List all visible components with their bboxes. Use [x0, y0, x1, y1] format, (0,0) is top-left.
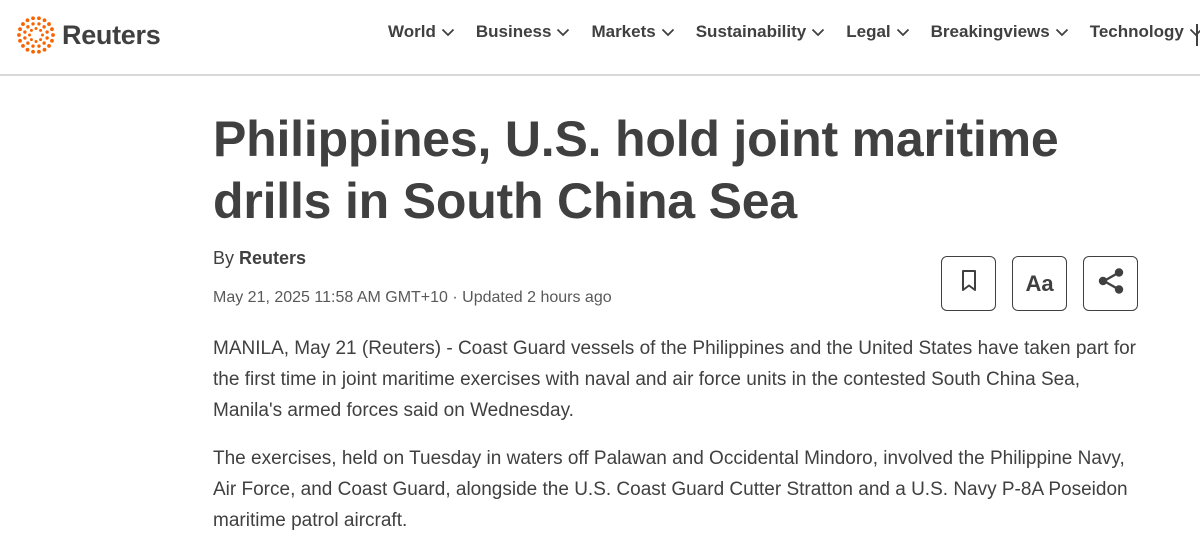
reuters-logo-icon: [16, 15, 56, 55]
share-button[interactable]: [1083, 256, 1138, 311]
logo-dot: [26, 41, 30, 45]
nav-item-label: Sustainability: [695, 22, 807, 41]
nav-item-label: Breakingviews: [930, 22, 1050, 41]
logo-dot: [31, 16, 35, 21]
logo-dot: [28, 33, 31, 37]
logo-dot: [37, 22, 41, 26]
logo-dot: [34, 40, 38, 43]
nav-item-sustainability[interactable]: Sustainability: [696, 22, 826, 42]
byline: By Reuters: [213, 248, 306, 269]
logo-dot: [23, 30, 27, 34]
logo-dot: [45, 30, 49, 34]
site-header: Reuters World Business Markets Sustainab…: [0, 0, 1200, 76]
chevron-down-icon: [556, 22, 570, 42]
nav-item-label: Technology: [1089, 22, 1184, 41]
bookmark-icon: [960, 269, 978, 298]
nav-item-label: Legal: [846, 22, 891, 41]
logo-dot: [34, 27, 38, 30]
logo-dot: [39, 28, 43, 32]
logo-dot: [31, 22, 35, 26]
logo-dot: [37, 16, 41, 21]
logo-dot: [51, 33, 55, 37]
chevron-down-icon: [896, 22, 910, 42]
nav-item-label: Business: [475, 22, 552, 41]
nav-item-technology[interactable]: Technology: [1090, 22, 1200, 42]
dateline: May 21, 2025 11:58 AM GMT+10 · Updated 2…: [213, 289, 612, 306]
logo-dot: [47, 44, 51, 48]
share-icon: [1096, 267, 1126, 300]
nav-item-business[interactable]: Business: [476, 22, 571, 42]
nav-item-label: Markets: [591, 22, 656, 41]
logo-dot: [25, 18, 30, 23]
logo-dot: [23, 36, 27, 40]
chevron-down-icon: [661, 22, 675, 42]
logo-text: Reuters: [62, 19, 161, 50]
article-tools: Aa: [941, 256, 1138, 311]
reuters-logo[interactable]: Reuters: [16, 13, 161, 57]
logo-dot: [21, 44, 25, 48]
logo-dot: [21, 22, 25, 26]
logo-dot: [31, 49, 35, 54]
nav-overflow-edge: [1196, 24, 1198, 46]
logo-dot: [25, 47, 30, 52]
article-paragraph: The exercises, held on Tuesday in waters…: [213, 448, 1128, 531]
nav-item-label: World: [388, 22, 436, 41]
logo-dot: [29, 28, 33, 32]
logo-dot: [42, 25, 46, 29]
bookmark-button[interactable]: [941, 256, 996, 311]
logo-dot: [18, 27, 22, 32]
logo-dot: [17, 33, 21, 37]
logo-dot: [18, 38, 22, 43]
chevron-down-icon: [1189, 22, 1200, 42]
logo-dot: [45, 36, 49, 40]
logo-dot: [37, 44, 41, 48]
headline: Philippines, U.S. hold joint maritime dr…: [213, 111, 1059, 229]
author-link[interactable]: Reuters: [239, 248, 306, 268]
nav-item-world[interactable]: World: [388, 22, 455, 42]
logo-dot: [50, 38, 54, 43]
logo-dot: [50, 27, 54, 32]
nav-item-markets[interactable]: Markets: [591, 22, 674, 42]
logo-dot: [37, 49, 41, 54]
logo-dot: [29, 38, 33, 42]
chevron-down-icon: [811, 22, 825, 42]
logo-dot: [42, 47, 47, 52]
logo-dot: [47, 22, 51, 26]
logo-dot: [39, 38, 43, 42]
main-nav: World Business Markets Sustainability Le…: [388, 22, 1200, 42]
chevron-down-icon: [441, 22, 455, 42]
byline-prefix: By: [213, 248, 240, 268]
nav-item-legal[interactable]: Legal: [846, 22, 909, 42]
logo-dot: [31, 44, 35, 48]
logo-dot: [42, 41, 46, 45]
nav-item-breakingviews[interactable]: Breakingviews: [931, 22, 1069, 42]
chevron-down-icon: [1055, 22, 1069, 42]
article-paragraph: MANILA, May 21 (Reuters) - Coast Guard v…: [213, 338, 1137, 421]
text-size-button[interactable]: Aa: [1012, 256, 1067, 311]
logo-dot: [26, 25, 30, 29]
logo-dot: [42, 18, 47, 23]
text-size-label: Aa: [1025, 270, 1054, 296]
logo-dot: [41, 33, 44, 37]
